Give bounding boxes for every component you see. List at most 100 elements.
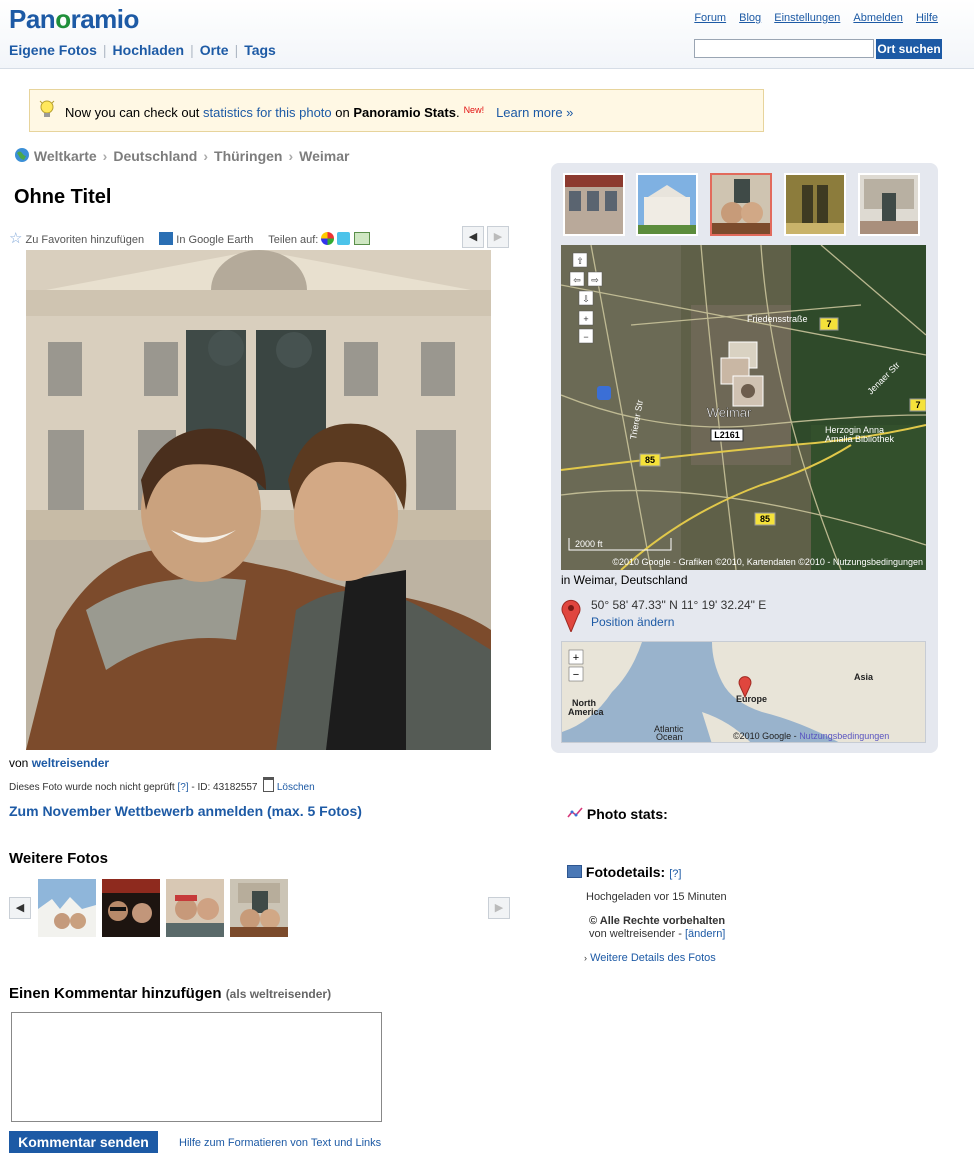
notice-text: Now you can check out statistics for thi… — [65, 105, 573, 120]
breadcrumb: Weltkarte › Deutschland › Thüringen › Weimar — [14, 147, 349, 164]
contest-link[interactable]: Zum November Wettbewerb anmelden (max. 5… — [9, 803, 362, 819]
nav-eigene-fotos[interactable]: Eigene Fotos — [9, 42, 97, 58]
breadcrumb-weimar[interactable]: Weimar — [299, 148, 349, 164]
panoramio-logo[interactable]: Panoramio — [9, 4, 139, 35]
link-einstellungen[interactable]: Einstellungen — [774, 12, 840, 24]
comment-as-user: (als weltreisender) — [225, 987, 332, 1001]
status-help-link[interactable]: [?] — [177, 782, 188, 793]
svg-text:Europe: Europe — [736, 694, 767, 704]
satellite-map-image: ⇧ ⇦ ⇨ ⇩ + − 7 7 85 85 L2161 Weimar Friedenss… — [561, 245, 926, 570]
breadcrumb-deutschland[interactable]: Deutschland — [113, 148, 197, 164]
delete-link[interactable]: Löschen — [277, 782, 315, 793]
notice-mid: on — [331, 105, 354, 120]
change-position-link[interactable]: Position ändern — [591, 615, 674, 629]
photo-actions: ☆ Zu Favoriten hinzufügen In Google Eart… — [9, 229, 370, 247]
copyright-owner: von weltreisender - [ändern] — [589, 928, 725, 940]
nearby-photo-thumbnail[interactable] — [784, 173, 846, 236]
next-photo-button[interactable]: ▶ — [487, 226, 509, 248]
nav-separator: | — [102, 42, 107, 58]
share-label: Teilen auf: — [268, 234, 319, 246]
link-forum[interactable]: Forum — [694, 12, 726, 24]
overview-zoom-in-icon: + — [573, 652, 579, 664]
nav-orte[interactable]: Orte — [200, 42, 229, 58]
notice-brand: Panoramio Stats — [353, 105, 456, 120]
globe-icon — [15, 148, 29, 162]
twitter-icon[interactable] — [337, 232, 351, 245]
current-photo-thumbnail[interactable] — [710, 173, 772, 236]
more-details-link[interactable]: › Weitere Details des Fotos — [584, 952, 716, 964]
nav-tags[interactable]: Tags — [244, 42, 276, 58]
breadcrumb-thueringen[interactable]: Thüringen — [214, 148, 282, 164]
lightbulb-icon — [39, 100, 55, 117]
star-icon: ☆ — [9, 230, 23, 247]
link-abmelden[interactable]: Abmelden — [853, 12, 903, 24]
previous-photo-button[interactable]: ◀ — [462, 226, 484, 248]
nav-separator: | — [234, 42, 239, 58]
link-blog[interactable]: Blog — [739, 12, 761, 24]
format-help-link[interactable]: Hilfe zum Formatieren von Text und Links — [179, 1137, 381, 1149]
map-pan-left-icon: ⇦ — [573, 275, 581, 285]
more-photo-thumbnail[interactable] — [38, 879, 96, 937]
upload-time: Hochgeladen vor 15 Minuten — [586, 891, 727, 903]
change-license-link[interactable]: [ändern] — [685, 928, 725, 940]
trash-icon[interactable] — [263, 777, 275, 792]
stats-notice: Now you can check out statistics for thi… — [29, 89, 764, 132]
nearby-photo-thumbnail[interactable] — [563, 173, 625, 236]
svg-text:Friedensstraße: Friedensstraße — [747, 314, 808, 324]
main-photo[interactable] — [26, 250, 491, 750]
comment-textarea[interactable] — [11, 1012, 382, 1122]
breadcrumb-chevron-icon: › — [203, 148, 209, 164]
nearby-photo-thumbnail[interactable] — [858, 173, 920, 236]
notice-dot: . — [455, 105, 460, 120]
more-photos-next-button[interactable]: ▶ — [488, 897, 510, 919]
svg-text:85: 85 — [760, 514, 770, 524]
map-zoom-in-icon: + — [583, 314, 588, 324]
svg-text:7: 7 — [826, 319, 831, 329]
google-earth-action[interactable]: In Google Earth — [159, 232, 253, 246]
more-photo-thumbnail[interactable] — [166, 879, 224, 937]
place-search-input[interactable] — [694, 39, 874, 58]
svg-text:©2010 Google - Grafiken ©2010,: ©2010 Google - Grafiken ©2010, Kartendat… — [612, 557, 923, 567]
map-pan-down-icon: ⇩ — [582, 294, 590, 304]
google-buzz-icon[interactable] — [321, 232, 335, 245]
photo-author: von weltreisender — [9, 756, 109, 770]
more-details-label: Weitere Details des Fotos — [590, 952, 716, 964]
details-help-link[interactable]: [?] — [669, 868, 681, 880]
stats-link[interactable]: statistics for this photo — [203, 105, 332, 120]
details-title: Fotodetails: — [585, 864, 666, 880]
svg-text:America: America — [568, 707, 605, 717]
logo-o-icon: o — [55, 4, 71, 34]
photo-title: Ohne Titel — [14, 186, 112, 208]
author-link[interactable]: weltreisender — [32, 756, 109, 770]
learn-more-link[interactable]: Learn more » — [496, 105, 573, 120]
breadcrumb-weltkarte[interactable]: Weltkarte — [34, 148, 97, 164]
nav-hochladen[interactable]: Hochladen — [113, 42, 185, 58]
nearby-photo-thumbnail[interactable] — [636, 173, 698, 236]
google-earth-icon — [159, 232, 174, 245]
comment-heading: Einen Kommentar hinzufügen (als weltreis… — [9, 985, 331, 1002]
location-pin-icon — [561, 599, 581, 632]
map-zoom-out-icon: − — [583, 332, 588, 342]
main-nav: Eigene Fotos | Hochladen | Orte | Tags — [9, 42, 276, 58]
more-photo-thumbnail[interactable] — [230, 879, 288, 937]
favorite-action[interactable]: ☆ Zu Favoriten hinzufügen — [9, 230, 144, 247]
link-hilfe[interactable]: Hilfe — [916, 12, 938, 24]
copyright-notice: © Alle Rechte vorbehalten — [589, 915, 726, 927]
breadcrumb-chevron-icon: › — [288, 148, 294, 164]
svg-text:L2161: L2161 — [714, 430, 740, 440]
overview-map[interactable]: + − North America Europe Asia Atlantic O… — [561, 641, 926, 743]
place-search-button[interactable]: Ort suchen — [876, 39, 942, 59]
svg-text:©2010 Google - Nutzungsbedingu: ©2010 Google - Nutzungsbedingungen — [733, 731, 889, 741]
photo-stats-heading: Photo stats: — [567, 806, 668, 822]
more-photo-thumbnail[interactable] — [102, 879, 160, 937]
more-photos-previous-button[interactable]: ◀ — [9, 897, 31, 919]
photo-details-heading: Fotodetails: [?] — [567, 864, 681, 880]
status-text: Dieses Foto wurde noch nicht geprüft — [9, 782, 175, 793]
photo-details-icon — [567, 865, 582, 878]
svg-text:Weimar: Weimar — [707, 405, 752, 420]
submit-comment-button[interactable]: Kommentar senden — [9, 1131, 158, 1153]
satellite-map[interactable]: ⇧ ⇦ ⇨ ⇩ + − 7 7 85 85 L2161 Weimar Friedenss… — [561, 245, 926, 570]
email-icon[interactable] — [353, 232, 370, 245]
rights-by-text: von weltreisender - — [589, 928, 685, 940]
overview-map-image: + − North America Europe Asia Atlantic O… — [562, 642, 925, 742]
